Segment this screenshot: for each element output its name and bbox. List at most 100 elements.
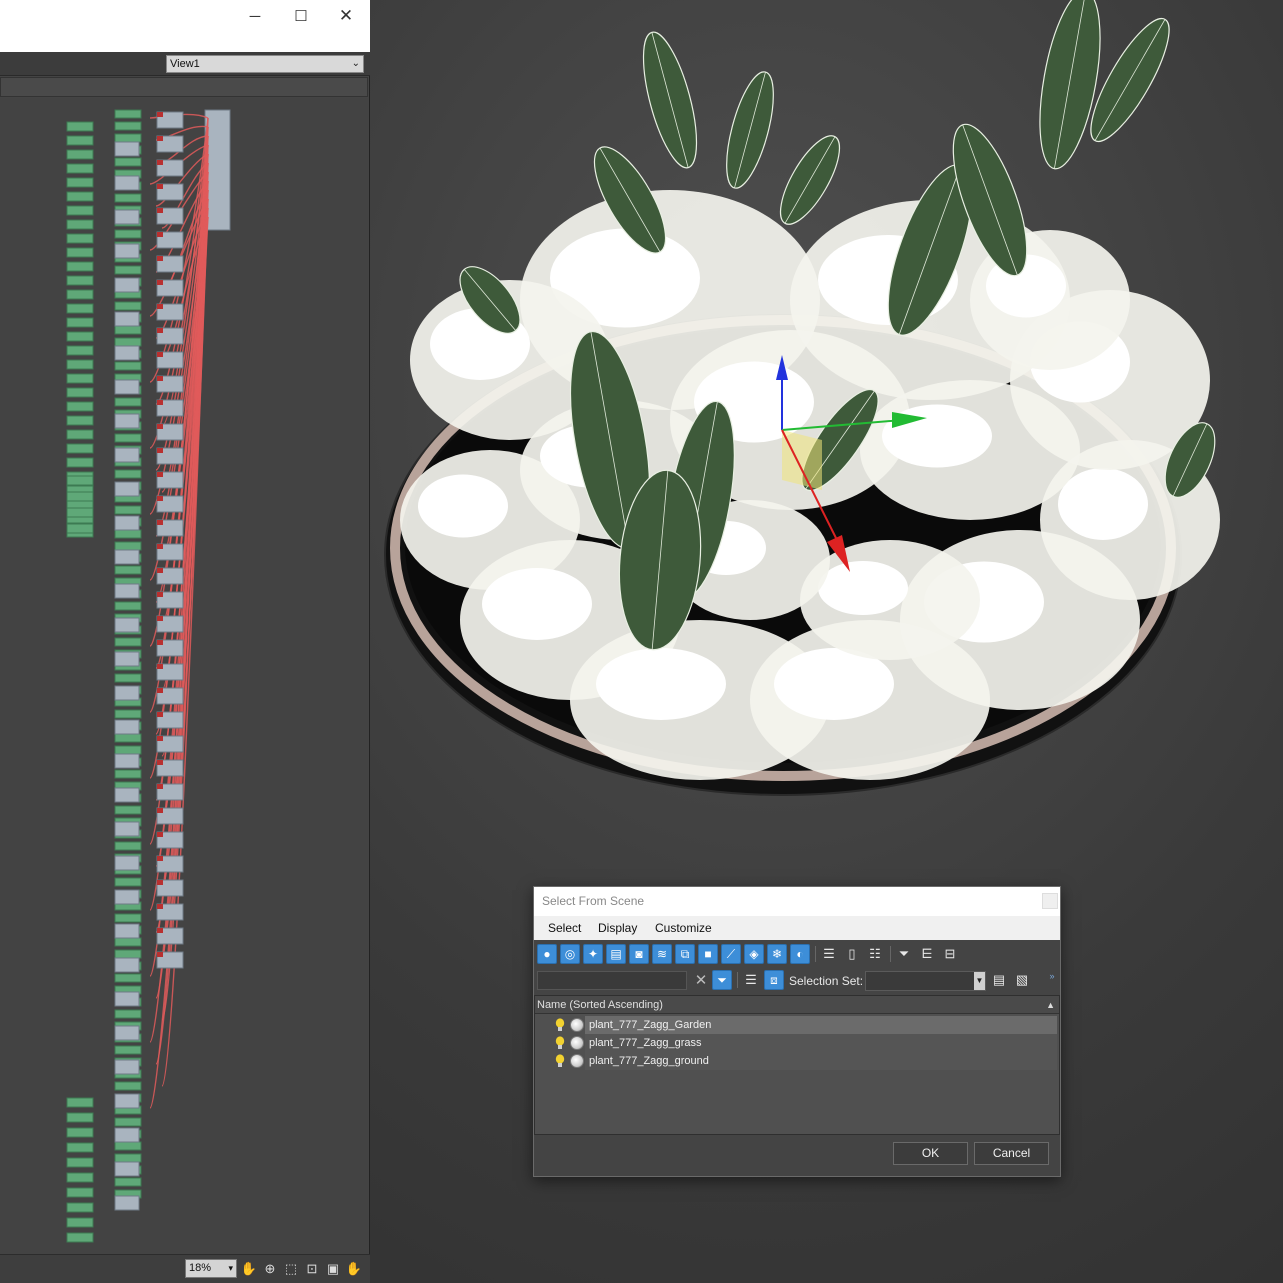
node-header-swatch — [157, 808, 163, 813]
light-bulb-icon[interactable] — [555, 1018, 565, 1032]
select-all-icon[interactable]: ☰ — [819, 944, 839, 964]
texture-node — [66, 149, 94, 160]
display-frozen-icon[interactable]: ❄ — [767, 944, 787, 964]
collapse-icon[interactable]: ⊟ — [940, 944, 960, 964]
menu-select[interactable]: Select — [548, 921, 581, 935]
display-hidden-icon[interactable]: ◐ — [790, 944, 810, 964]
node-graph-canvas[interactable] — [0, 98, 368, 1254]
display-bones-icon[interactable]: ⟋ — [721, 944, 741, 964]
composite-node — [114, 855, 140, 871]
material-node-graph[interactable] — [0, 98, 368, 1254]
display-shapes-icon[interactable]: ◎ — [560, 944, 580, 964]
texture-node — [114, 133, 142, 143]
display-groups-icon[interactable]: ⧉ — [675, 944, 695, 964]
display-containers-icon[interactable]: ◈ — [744, 944, 764, 964]
zoom-icon[interactable]: ⊕ — [261, 1260, 279, 1278]
slate-material-editor-window: ─ ☐ ✕ View1 ⌄ 18% ▾ ✋ ⊕ ⬚ ⊡ ▣ ✋ — [0, 0, 370, 1283]
column-header-name[interactable]: Name (Sorted Ascending) ▲ — [535, 996, 1059, 1014]
object-name: plant_777_Zagg_grass — [589, 1037, 702, 1049]
object-name: plant_777_Zagg_Garden — [589, 1019, 712, 1031]
node-header-swatch — [157, 496, 163, 501]
light-bulb-icon[interactable] — [555, 1054, 565, 1068]
ok-button[interactable]: OK — [893, 1142, 968, 1165]
node-header-swatch — [157, 112, 163, 117]
edit-selection-set-icon[interactable]: ▤ — [989, 970, 1009, 990]
close-icon[interactable]: ✕ — [692, 971, 710, 990]
select-none-icon[interactable]: ▯ — [842, 944, 862, 964]
node-header-swatch — [157, 232, 163, 237]
view-toolbar: View1 ⌄ — [0, 52, 370, 76]
hand-icon[interactable]: ✋ — [345, 1260, 363, 1278]
maximize-button[interactable]: ☐ — [278, 0, 324, 32]
display-lights-icon[interactable]: ✦ — [583, 944, 603, 964]
close-button[interactable]: ✕ — [323, 0, 369, 32]
hierarchy-icon[interactable]: ⧈ — [764, 970, 784, 990]
geometry-object-icon — [570, 1018, 584, 1032]
texture-node — [66, 191, 94, 202]
texture-node — [66, 219, 94, 230]
display-spacewarps-icon[interactable]: ≋ — [652, 944, 672, 964]
expand-icon[interactable]: » — [1042, 966, 1062, 986]
zoom-selected-icon[interactable]: ▣ — [324, 1260, 342, 1278]
selection-set-label: Selection Set: — [789, 974, 864, 988]
texture-node — [66, 401, 94, 412]
filter-list-icon[interactable]: ⋿ — [917, 944, 937, 964]
texture-node — [114, 301, 142, 311]
display-geometry-icon[interactable]: ● — [537, 944, 557, 964]
composite-node — [114, 1093, 140, 1109]
zoom-extents-icon[interactable]: ⊡ — [303, 1260, 321, 1278]
display-helpers-icon[interactable]: ◙ — [629, 944, 649, 964]
create-selection-set-icon[interactable]: ▧ — [1012, 970, 1032, 990]
plant-wireframe-render — [384, 0, 1220, 796]
light-bulb-icon[interactable] — [555, 1036, 565, 1050]
composite-node — [114, 209, 140, 225]
texture-node — [66, 457, 94, 468]
node-header-swatch — [157, 664, 163, 669]
node-header-swatch — [157, 904, 163, 909]
select-from-scene-dialog: Select From Scene Select Display Customi… — [533, 886, 1061, 1177]
cancel-button[interactable]: Cancel — [974, 1142, 1049, 1165]
list-item[interactable]: plant_777_Zagg_Garden — [535, 1016, 1059, 1034]
node-header-swatch — [157, 376, 163, 381]
selection-set-dropdown[interactable]: ▼ — [865, 971, 986, 991]
texture-node — [66, 523, 94, 534]
node-header-swatch — [157, 832, 163, 837]
view-tab-strip[interactable] — [0, 77, 368, 97]
object-name: plant_777_Zagg_ground — [589, 1055, 709, 1067]
select-invert-icon[interactable]: ☷ — [865, 944, 885, 964]
node-header-swatch — [157, 424, 163, 429]
texture-node — [66, 1202, 94, 1213]
leaf — [1039, 0, 1101, 170]
texture-node — [114, 709, 142, 719]
close-button[interactable] — [1042, 893, 1058, 909]
view-dropdown[interactable]: View1 ⌄ — [166, 55, 364, 73]
texture-node — [114, 913, 142, 923]
zoom-percent-dropdown[interactable]: 18% ▾ — [185, 1259, 237, 1278]
layers-icon[interactable]: ☰ — [741, 970, 761, 990]
find-input[interactable] — [537, 971, 687, 990]
menu-display[interactable]: Display — [598, 921, 637, 935]
texture-node — [66, 475, 94, 486]
texture-node — [66, 177, 94, 188]
scene-object-list[interactable]: Name (Sorted Ascending) ▲ plant_777_Zagg… — [534, 995, 1060, 1135]
list-item[interactable]: plant_777_Zagg_grass — [535, 1034, 1059, 1052]
display-xrefs-icon[interactable]: ■ — [698, 944, 718, 964]
composite-node — [114, 719, 140, 735]
texture-node — [66, 1127, 94, 1138]
menu-customize[interactable]: Customize — [655, 921, 712, 935]
texture-node — [114, 1141, 142, 1151]
list-item[interactable]: plant_777_Zagg_ground — [535, 1052, 1059, 1070]
texture-node — [114, 1153, 142, 1163]
node-header-swatch — [157, 640, 163, 645]
filter-toggle-icon[interactable]: ⏷ — [712, 970, 732, 990]
pan-icon[interactable]: ✋ — [240, 1260, 258, 1278]
dialog-menubar: Select Display Customize — [534, 916, 1060, 940]
perspective-viewport[interactable] — [370, 0, 1283, 880]
minimize-button[interactable]: ─ — [232, 0, 278, 32]
filter-icon[interactable]: ⏷ — [894, 944, 914, 964]
zoom-region-icon[interactable]: ⬚ — [282, 1260, 300, 1278]
filter-toolbar: ● ◎ ✦ ▤ ◙ ≋ ⧉ ■ ⟋ ◈ ❄ ◐ ☰ ▯ ☷ ⏷ ⋿ ⊟ — [534, 942, 1060, 968]
display-cameras-icon[interactable]: ▤ — [606, 944, 626, 964]
texture-node — [66, 1172, 94, 1183]
texture-node — [114, 361, 142, 371]
